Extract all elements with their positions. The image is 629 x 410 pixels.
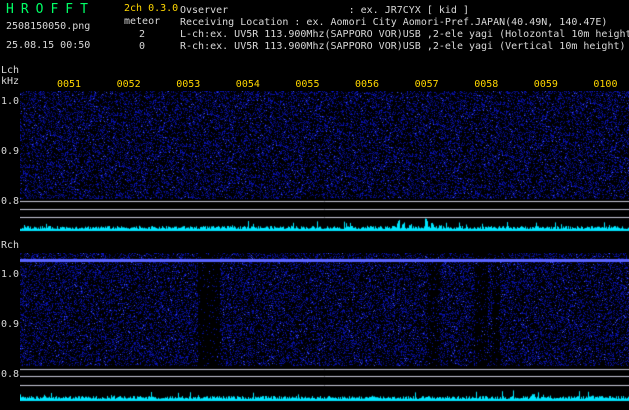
datetime-label: 25.08.15 00:50 xyxy=(6,40,91,51)
time-tick: 0100 xyxy=(593,79,618,90)
time-tick: 0057 xyxy=(414,79,439,90)
rch-ytick-3: 0.8 xyxy=(1,369,20,380)
lch-unit-label: kHz xyxy=(1,76,20,87)
time-tick: 0053 xyxy=(176,79,201,90)
rch-waterfall xyxy=(20,253,629,405)
lch-ytick-1: 1.0 xyxy=(1,96,20,107)
lch-ytick-3: 0.8 xyxy=(1,196,20,207)
brand-title: HROFFT xyxy=(6,2,95,17)
lch-waterfall xyxy=(20,91,629,233)
observer-line: Ovserver : ex. JR7CYX [ kid ] xyxy=(180,5,469,16)
time-tick: 0054 xyxy=(235,79,260,90)
location-line: Receiving Location : ex. Aomori City Aom… xyxy=(180,17,608,28)
rch-label: Rch xyxy=(1,240,20,251)
lch-info-line: L-ch:ex. UV5R 113.900Mhz(SAPPORO VOR)USB… xyxy=(180,29,629,40)
filename-label: 2508150050.png xyxy=(6,21,91,32)
lch-label: Lch xyxy=(1,65,20,76)
time-tick: 0052 xyxy=(116,79,141,90)
rch-info-line: R-ch:ex. UV5R 113.900Mhz(SAPPORO VOR)USB… xyxy=(180,41,626,52)
rch-ytick-2: 0.9 xyxy=(1,319,20,330)
lch-ytick-2: 0.9 xyxy=(1,146,20,157)
mode-label: meteor xyxy=(124,16,161,27)
time-tick: 0058 xyxy=(474,79,499,90)
time-tick: 0059 xyxy=(533,79,558,90)
version-label: 2ch 0.3.0 xyxy=(124,3,179,14)
lch-count: 2 xyxy=(139,29,146,40)
rch-ytick-1: 1.0 xyxy=(1,269,20,280)
time-tick: 0051 xyxy=(57,79,82,90)
rch-count: 0 xyxy=(139,41,146,52)
time-tick: 0055 xyxy=(295,79,320,90)
time-tick: 0056 xyxy=(355,79,380,90)
